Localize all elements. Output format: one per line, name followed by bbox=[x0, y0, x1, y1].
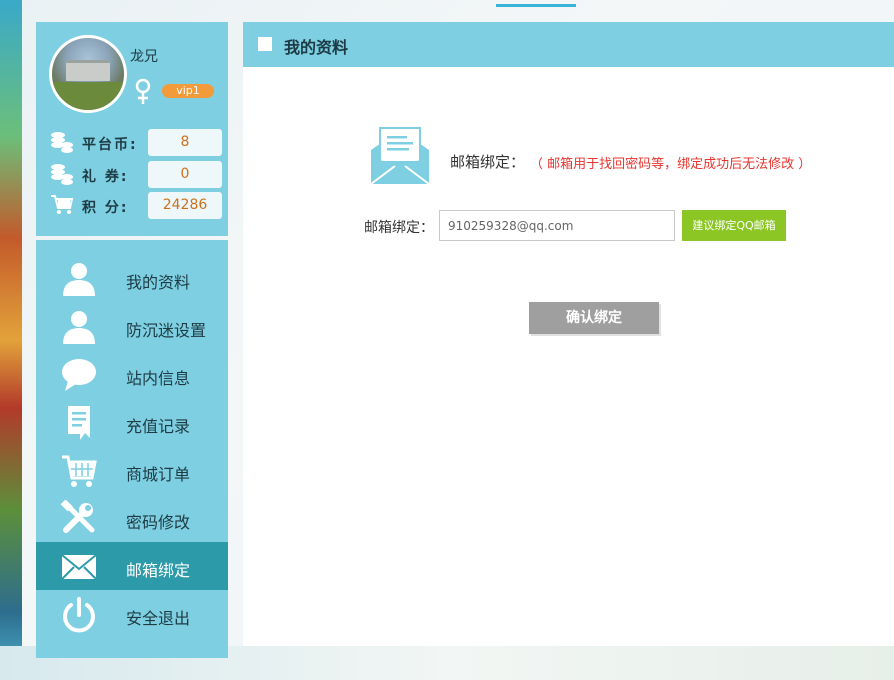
sidebar-item-label: 站内信息 bbox=[126, 369, 191, 388]
sidebar-item-shop-orders[interactable]: 商城订单 bbox=[36, 446, 228, 494]
user-icon bbox=[63, 263, 95, 296]
sidebar-item-label: 密码修改 bbox=[126, 513, 191, 532]
avatar[interactable] bbox=[49, 35, 127, 113]
chat-bubble-icon bbox=[62, 359, 96, 391]
tools-icon bbox=[60, 500, 95, 533]
sidebar-item-label: 防沉迷设置 bbox=[126, 321, 207, 340]
stat-coupon: 礼 券: 0 bbox=[50, 161, 224, 189]
stat-platform-coin: 平台币: 8 bbox=[50, 129, 224, 157]
header-square-icon bbox=[258, 37, 272, 51]
open-mail-icon bbox=[370, 127, 430, 185]
sidebar-item-recharge-records[interactable]: 充值记录 bbox=[36, 398, 228, 446]
sidebar-item-messages[interactable]: 站内信息 bbox=[36, 350, 228, 398]
sidebar-item-logout[interactable]: 安全退出 bbox=[36, 590, 228, 638]
top-tab-indicator bbox=[496, 4, 576, 7]
sidebar-item-label: 邮箱绑定 bbox=[126, 561, 191, 580]
bind-note: （ 邮箱用于找回密码等，绑定成功后无法修改 ） bbox=[530, 157, 812, 172]
sidebar-item-change-password[interactable]: 密码修改 bbox=[36, 494, 228, 542]
vip-badge: vip1 bbox=[162, 84, 214, 98]
power-icon bbox=[63, 597, 95, 633]
sidebar-item-label: 我的资料 bbox=[126, 273, 191, 292]
bind-title: 邮箱绑定： bbox=[450, 153, 526, 171]
stat-label: 平台币: bbox=[82, 137, 138, 153]
stat-value: 8 bbox=[148, 129, 222, 156]
sidebar-item-my-profile[interactable]: 我的资料 bbox=[36, 254, 228, 302]
sidebar-item-label: 充值记录 bbox=[126, 417, 191, 436]
document-icon bbox=[68, 406, 90, 440]
cart-icon bbox=[51, 195, 74, 214]
stat-value: 0 bbox=[148, 161, 222, 188]
coupon-coins-icon bbox=[51, 164, 73, 185]
stat-value: 24286 bbox=[148, 192, 222, 219]
stat-label: 礼 券: bbox=[82, 169, 129, 185]
user-icon bbox=[63, 311, 95, 344]
sidebar-item-label: 商城订单 bbox=[126, 465, 191, 484]
shopping-cart-icon bbox=[62, 455, 97, 487]
sidebar-item-email-binding[interactable]: 邮箱绑定 bbox=[36, 542, 228, 590]
email-field[interactable] bbox=[439, 210, 675, 241]
confirm-binding-button[interactable]: 确认绑定 bbox=[529, 302, 659, 334]
female-gender-icon bbox=[135, 78, 151, 104]
avatar-building bbox=[66, 60, 110, 81]
username: 龙兄 bbox=[130, 49, 158, 65]
main-header: 我的资料 bbox=[243, 22, 894, 67]
email-field-label: 邮箱绑定： bbox=[364, 220, 434, 236]
background-artwork bbox=[0, 0, 22, 680]
sidebar-item-anti-addiction[interactable]: 防沉迷设置 bbox=[36, 302, 228, 350]
profile-card: 龙兄 vip1 平台币: 8 礼 券: 0 积 分: 24286 bbox=[36, 22, 228, 236]
sidebar-item-label: 安全退出 bbox=[126, 609, 191, 628]
envelope-icon bbox=[61, 554, 97, 580]
avatar-lawn bbox=[52, 82, 124, 110]
main-panel: 我的资料 邮箱绑定： （ 邮箱用于找回密码等，绑定成功后无法修改 ） 邮箱绑定：… bbox=[243, 22, 894, 646]
stat-label: 积 分: bbox=[82, 200, 129, 216]
sidebar: 龙兄 vip1 平台币: 8 礼 券: 0 积 分: 24286 我的资料 防沉… bbox=[36, 22, 228, 658]
suggest-qq-email-button[interactable]: 建议绑定QQ邮箱 bbox=[682, 210, 786, 241]
sidebar-menu: 我的资料 防沉迷设置 站内信息 充值记录 商城订单 密码修改 邮箱绑定 安全退出 bbox=[36, 240, 228, 658]
stat-points: 积 分: 24286 bbox=[50, 192, 224, 220]
page-title: 我的资料 bbox=[284, 38, 349, 57]
coins-icon bbox=[51, 132, 73, 153]
